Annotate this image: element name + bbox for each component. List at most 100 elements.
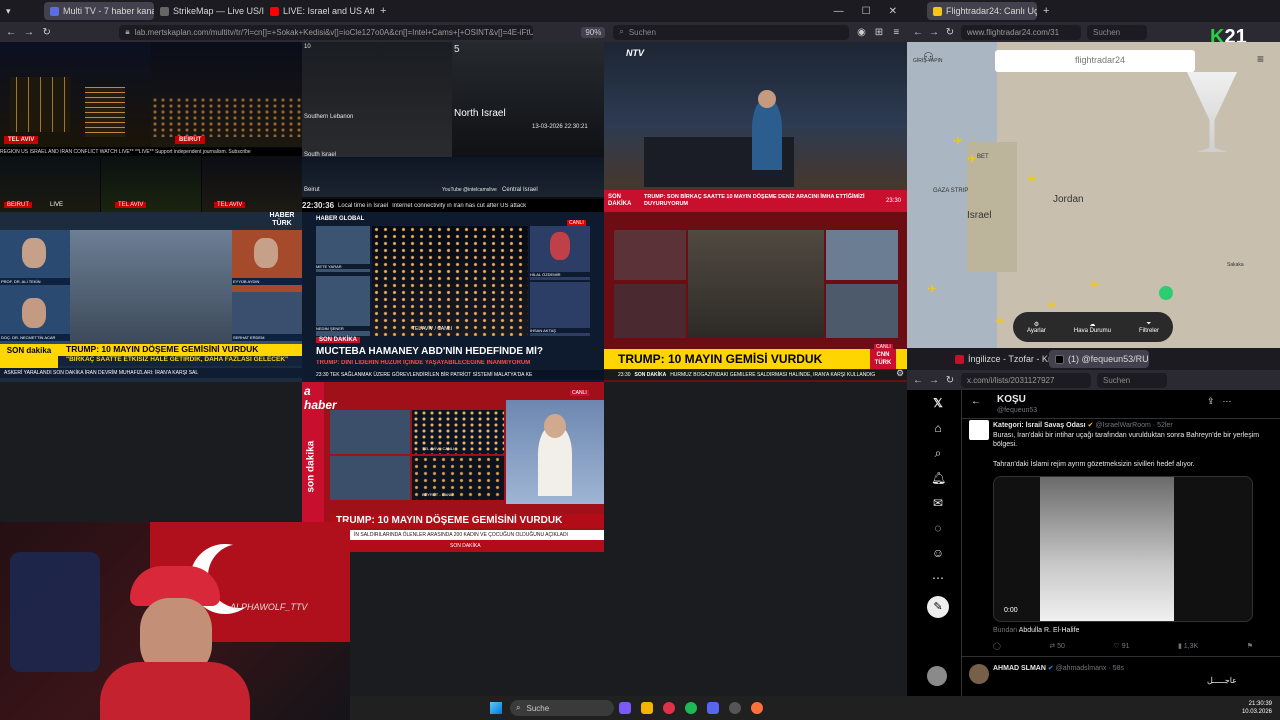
plane-icon[interactable]: ✈ [1027,172,1037,186]
filters-label: Filtreler [1138,327,1159,334]
plane-icon[interactable]: ✈ [995,314,1005,328]
file-explorer-icon[interactable] [641,702,653,714]
notifications-icon[interactable]: 🔔︎ [931,471,946,485]
author-handle[interactable]: @IsraelWarRoom [1095,422,1150,429]
back-arrow-icon[interactable]: ← [6,27,16,38]
reload-icon[interactable]: ↻ [945,27,955,38]
views-button[interactable]: ▮ 1,3K [1178,642,1198,650]
author-name[interactable]: Kategori: İsrail Savaş Odası [993,422,1086,429]
reload-icon[interactable]: ↻ [945,375,955,386]
retweet-button[interactable]: ⇄ 50 [1049,642,1065,650]
tile-ntv[interactable]: NTV SON DAKİKA TRUMP: SON BİRKAÇ SAATTE … [604,42,907,212]
list-title: KOŞU [997,394,1026,405]
steam-icon[interactable] [729,702,741,714]
source-name[interactable]: Abdulla R. El-Halife [1019,627,1080,634]
back-arrow-icon[interactable]: ← [913,27,923,38]
address-bar[interactable]: 🔒︎ lab.mertskaplan.com/multitv/tr/?l=cn[… [119,24,534,40]
back-arrow-icon[interactable]: ← [913,375,923,386]
tile-city-cams[interactable]: TEL AVIV BEIRUT REGION US ISRAEL AND IRA… [0,42,302,212]
minimize-icon[interactable]: — [834,6,844,17]
next-post-header: AHMAD SLMAN ✔ @ahmadslmanx · 58s [993,665,1124,672]
tab-multitv[interactable]: Multi TV - 7 haber kanalını ✕ [44,2,154,20]
maximize-icon[interactable]: ☐ [862,6,871,17]
tab-list-button[interactable]: ▾ [0,2,14,20]
post-button[interactable]: ✎ [927,596,949,618]
next-author-avatar[interactable] [969,664,989,684]
grok-icon[interactable]: ◌ [931,521,945,535]
post-video[interactable]: 0:00 [993,476,1253,622]
opera-icon[interactable] [663,702,675,714]
spotify-icon[interactable] [685,702,697,714]
zoom-level[interactable]: 90% [581,26,606,38]
guest-name: PROF. DR. ALİ TEKİN [0,278,70,285]
account-icon[interactable]: ◉ [857,27,866,38]
close-window-icon[interactable]: ✕ [889,6,897,17]
search-icon[interactable]: ⌕ [931,446,945,460]
plane-icon[interactable]: ✈ [953,134,963,148]
author-handle[interactable]: @ahmadslmanx [1056,665,1107,672]
search-field[interactable]: ⌕ Suchen [613,24,849,40]
post-time[interactable]: 58s [1113,665,1124,672]
tab-x[interactable]: (1) @fequeun53/RUN / X [1049,350,1149,368]
more-icon[interactable]: ⋯ [1223,396,1232,407]
taskbar-search[interactable]: ⌕ Suche [510,700,614,716]
back-arrow-icon[interactable]: ← [971,396,981,407]
flightradar-search[interactable]: flightradar24 [995,50,1195,72]
copilot-icon[interactable] [619,702,631,714]
extensions-icon[interactable]: ⊞ [874,27,883,38]
forward-arrow-icon[interactable]: → [929,375,939,386]
login-link[interactable]: GİRİŞ YAPIN [913,58,943,64]
search-field[interactable]: Suchen [1097,372,1167,388]
haberglobal-subheadline: TRUMP: DİNİ LİDERİN HUZUR İÇİNDE YAŞAYAB… [316,360,531,366]
menu-icon[interactable]: ≡ [892,27,901,38]
plane-icon[interactable]: ✈ [1047,298,1057,312]
share-icon[interactable]: ⇪ [1207,396,1215,407]
settings-gear-icon[interactable]: ⚙ [896,368,904,379]
tab-live-youtube[interactable]: LIVE: Israel and US Attack I ✕ [264,2,374,20]
location-marker-icon[interactable] [1159,286,1173,300]
windows-start-icon[interactable] [490,702,502,714]
address-bar[interactable]: www.flightradar24.com/31 [961,24,1081,40]
x-logo-icon[interactable]: 𝕏 [931,396,945,410]
guest-panel-4 [826,284,898,338]
tab-strikemap[interactable]: StrikeMap — Live US/Israel Ira ✕ [154,2,264,20]
tile-cnnturk[interactable]: CANLI TRUMP: 10 MAYIN GEMİSİ VURDUK CNN … [604,212,907,382]
author-avatar[interactable] [969,420,989,440]
taskbar-clock[interactable]: 21:30:39 10.03.2026 [1242,700,1272,716]
hamburger-icon[interactable]: ≡ [1257,52,1264,66]
more-icon[interactable]: ⋯ [931,571,945,585]
like-button[interactable]: ♡ 91 [1113,642,1129,650]
bookmark-icon[interactable]: ⚑ [1247,642,1253,650]
tab-tzofar[interactable]: İngilizce - Tzofar - Kırmızı Ala [949,350,1049,368]
forward-arrow-icon[interactable]: → [929,27,939,38]
forward-arrow-icon[interactable]: → [24,27,34,38]
tile-intel-cams[interactable]: 10 Southern Lebanon South Israel 5 North… [302,42,604,212]
flight-map[interactable]: flightradar24 ⚇ GİRİŞ YAPIN ≡ Israel Jor… [907,42,1280,348]
firefox-icon[interactable] [751,702,763,714]
profile-icon[interactable]: ☺ [931,546,945,560]
tab-flightradar[interactable]: Flightradar24: Canlı Uçuş İzleyic [927,2,1037,20]
search-field[interactable]: Suchen [1087,24,1147,40]
reload-icon[interactable]: ↻ [42,27,51,38]
plane-icon[interactable]: ✈ [967,152,977,166]
messages-icon[interactable]: ✉ [931,496,945,510]
new-tab-button[interactable]: + [380,5,386,17]
settings-button[interactable]: ⚙ Ayarlar [1027,321,1046,334]
cam-bottom-row: Beirut Central Israel YouTube @intelcams… [302,157,604,197]
cam-north-israel: 5 North Israel 13-03-2026 22:30:21 [452,42,604,157]
filters-button[interactable]: ⏷ Filtreler [1139,321,1159,334]
discord-icon[interactable] [707,702,719,714]
author-name[interactable]: AHMAD SLMAN [993,665,1046,672]
tile-haberturk[interactable]: PROF. DR. ALİ TEKİN DOÇ. DR. NECMETTİN A… [0,212,302,382]
weather-button[interactable]: ☁ Hava Durumu [1074,321,1111,334]
account-avatar[interactable] [927,666,947,686]
post-time[interactable]: 52ler [1157,422,1173,429]
home-icon[interactable]: ⌂ [931,421,945,435]
plane-icon[interactable]: ✈ [927,282,937,296]
tile-haberglobal[interactable]: HABER GLOBAL CANLI METE YARAR NEDİM ŞENE… [302,212,604,382]
post-header: Kategori: İsrail Savaş Odası ✔ @IsraelWa… [993,422,1173,429]
address-bar[interactable]: x.com/i/lists/2031127927 [961,372,1091,388]
new-tab-button[interactable]: + [1043,5,1049,17]
reply-icon[interactable]: ◯ [993,642,1001,650]
plane-icon[interactable]: ✈ [1089,278,1099,292]
